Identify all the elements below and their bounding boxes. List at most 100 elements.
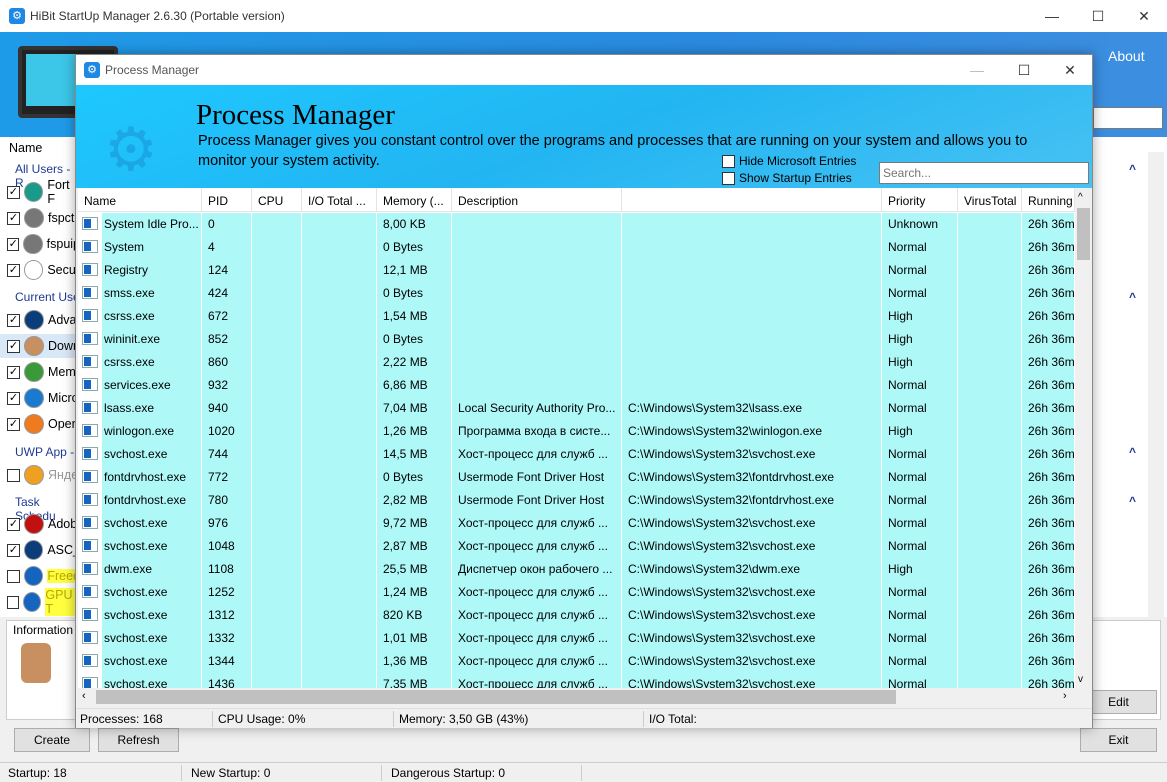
- name-column-header[interactable]: Name: [9, 141, 42, 155]
- startup-item[interactable]: ✓ Mem: [0, 360, 80, 384]
- process-row[interactable]: System 4 0 Bytes Normal 26h 36m: [78, 236, 1075, 259]
- process-cell: 1108: [202, 558, 252, 581]
- startup-item[interactable]: ✓ Secur: [0, 258, 80, 282]
- scroll-up-icon[interactable]: ^: [1078, 192, 1083, 203]
- process-row[interactable]: fontdrvhost.exe 780 2,82 MB Usermode Font D…: [78, 489, 1075, 512]
- process-row[interactable]: svchost.exe 1332 1,01 MB Хост-процесс для с…: [78, 627, 1075, 650]
- item-checkbox[interactable]: ✓: [7, 417, 20, 431]
- process-row[interactable]: Registry 124 12,1 MB Normal 26h 36m: [78, 259, 1075, 282]
- startup-item[interactable]: ✓ Micro: [0, 386, 80, 410]
- scroll-right-icon[interactable]: ›: [1063, 690, 1067, 702]
- item-checkbox[interactable]: ✓: [7, 211, 20, 225]
- startup-item[interactable]: ✓ Down: [0, 334, 80, 358]
- process-cell: 1312: [202, 604, 252, 627]
- column-header[interactable]: I/O Total ...: [302, 188, 377, 212]
- process-row[interactable]: svchost.exe 1312 820 KB Хост-процесс для сл…: [78, 604, 1075, 627]
- startup-item[interactable]: Freed: [0, 564, 80, 588]
- column-header[interactable]: Name: [78, 188, 202, 212]
- process-row[interactable]: winlogon.exe 1020 1,26 MB Программа входа в…: [78, 420, 1075, 443]
- item-checkbox[interactable]: ✓: [7, 391, 20, 405]
- horizontal-scrollbar[interactable]: ‹ ›: [78, 688, 1075, 706]
- refresh-button[interactable]: Refresh: [98, 728, 179, 752]
- startup-item[interactable]: ✓ fspctr: [0, 206, 80, 230]
- item-checkbox[interactable]: ✓: [7, 237, 20, 251]
- item-checkbox[interactable]: ✓: [7, 517, 20, 531]
- process-row[interactable]: svchost.exe 1436 7,35 MB Хост-процесс для с…: [78, 673, 1075, 688]
- process-row[interactable]: fontdrvhost.exe 772 0 Bytes Usermode Font D…: [78, 466, 1075, 489]
- process-row[interactable]: System Idle Pro... 0 8,00 KB Unknown 26h 36m: [78, 213, 1075, 236]
- vertical-scrollbar[interactable]: ^ v: [1075, 188, 1092, 688]
- about-link[interactable]: About: [1108, 48, 1145, 64]
- collapse-chevron-icon[interactable]: ^: [1129, 494, 1136, 508]
- startup-item[interactable]: ✓ Adva: [0, 308, 80, 332]
- process-row[interactable]: dwm.exe 1108 25,5 MB Диспетчер окон рабочег…: [78, 558, 1075, 581]
- hide-microsoft-checkbox[interactable]: Hide Microsoft Entries: [722, 154, 856, 168]
- process-icon: [82, 355, 98, 368]
- item-icon: [24, 514, 44, 534]
- exit-button[interactable]: Exit: [1080, 728, 1157, 752]
- item-checkbox[interactable]: ✓: [7, 263, 20, 277]
- startup-item[interactable]: GPU T: [0, 588, 80, 616]
- collapse-chevron-icon[interactable]: ^: [1129, 162, 1136, 176]
- scroll-left-icon[interactable]: ‹: [82, 690, 86, 702]
- item-checkbox[interactable]: ✓: [7, 313, 20, 327]
- item-checkbox[interactable]: ✓: [7, 185, 20, 199]
- item-checkbox[interactable]: [7, 569, 20, 583]
- process-row[interactable]: csrss.exe 672 1,54 MB High 26h 36m: [78, 305, 1075, 328]
- list-scrollbar[interactable]: [1148, 152, 1164, 617]
- column-header[interactable]: Running: [1022, 188, 1075, 212]
- startup-item[interactable]: ✓ ASC_: [0, 538, 80, 562]
- process-cell: [958, 466, 1022, 489]
- column-header[interactable]: Description: [452, 188, 622, 212]
- column-header[interactable]: CPU: [252, 188, 302, 212]
- item-checkbox[interactable]: ✓: [7, 365, 20, 379]
- vertical-scroll-thumb[interactable]: [1077, 208, 1090, 260]
- collapse-chevron-icon[interactable]: ^: [1129, 290, 1136, 304]
- maximize-button[interactable]: ☐: [1075, 0, 1121, 32]
- process-cell: [622, 351, 882, 374]
- collapse-chevron-icon[interactable]: ^: [1129, 445, 1136, 459]
- process-row[interactable]: svchost.exe 976 9,72 MB Хост-процесс для сл…: [78, 512, 1075, 535]
- group-header[interactable]: Current Use: [15, 290, 80, 304]
- process-search-input[interactable]: [879, 162, 1089, 184]
- process-row[interactable]: svchost.exe 1048 2,87 MB Хост-процесс для с…: [78, 535, 1075, 558]
- horizontal-scroll-thumb[interactable]: [96, 690, 896, 704]
- startup-item[interactable]: ✓ Fort F: [0, 178, 80, 206]
- process-name: winlogon.exe: [102, 420, 201, 443]
- column-header[interactable]: PID: [202, 188, 252, 212]
- startup-item[interactable]: ✓ Open: [0, 412, 80, 436]
- item-checkbox[interactable]: ✓: [7, 543, 20, 557]
- show-startup-checkbox[interactable]: Show Startup Entries: [722, 171, 852, 185]
- process-row[interactable]: csrss.exe 860 2,22 MB High 26h 36m: [78, 351, 1075, 374]
- process-row[interactable]: lsass.exe 940 7,04 MB Local Security Author…: [78, 397, 1075, 420]
- process-cell: [958, 558, 1022, 581]
- process-row[interactable]: services.exe 932 6,86 MB Normal 26h 36m: [78, 374, 1075, 397]
- process-row[interactable]: svchost.exe 744 14,5 MB Хост-процесс для сл…: [78, 443, 1075, 466]
- main-search-input[interactable]: [1093, 107, 1163, 129]
- startup-item[interactable]: Яндe: [0, 463, 80, 487]
- process-row[interactable]: smss.exe 424 0 Bytes Normal 26h 36m: [78, 282, 1075, 305]
- startup-item[interactable]: ✓ fspuip: [0, 232, 80, 256]
- process-icon: [82, 447, 98, 460]
- group-header[interactable]: UWP App -: [15, 445, 74, 459]
- process-row[interactable]: svchost.exe 1252 1,24 MB Хост-процесс для с…: [78, 581, 1075, 604]
- startup-item[interactable]: ✓ Adob: [0, 512, 80, 536]
- dialog-maximize-button[interactable]: ☐: [1001, 54, 1047, 86]
- scroll-down-icon[interactable]: v: [1078, 674, 1083, 685]
- column-header[interactable]: VirusTotal: [958, 188, 1022, 212]
- column-header[interactable]: [622, 188, 882, 212]
- item-checkbox[interactable]: [7, 595, 20, 609]
- minimize-button[interactable]: —: [1029, 0, 1075, 32]
- item-checkbox[interactable]: [7, 468, 20, 482]
- process-cell: Хост-процесс для служб ...: [452, 581, 622, 604]
- column-header[interactable]: Memory (...: [377, 188, 452, 212]
- column-header[interactable]: Priority: [882, 188, 958, 212]
- process-row[interactable]: svchost.exe 1344 1,36 MB Хост-процесс для с…: [78, 650, 1075, 673]
- create-button[interactable]: Create: [14, 728, 90, 752]
- process-row[interactable]: wininit.exe 852 0 Bytes High 26h 36m: [78, 328, 1075, 351]
- dialog-minimize-button[interactable]: —: [954, 54, 1000, 86]
- item-checkbox[interactable]: ✓: [7, 339, 20, 353]
- close-button[interactable]: ✕: [1121, 0, 1167, 32]
- dialog-close-button[interactable]: ✕: [1047, 54, 1093, 86]
- process-cell: 0 Bytes: [377, 466, 452, 489]
